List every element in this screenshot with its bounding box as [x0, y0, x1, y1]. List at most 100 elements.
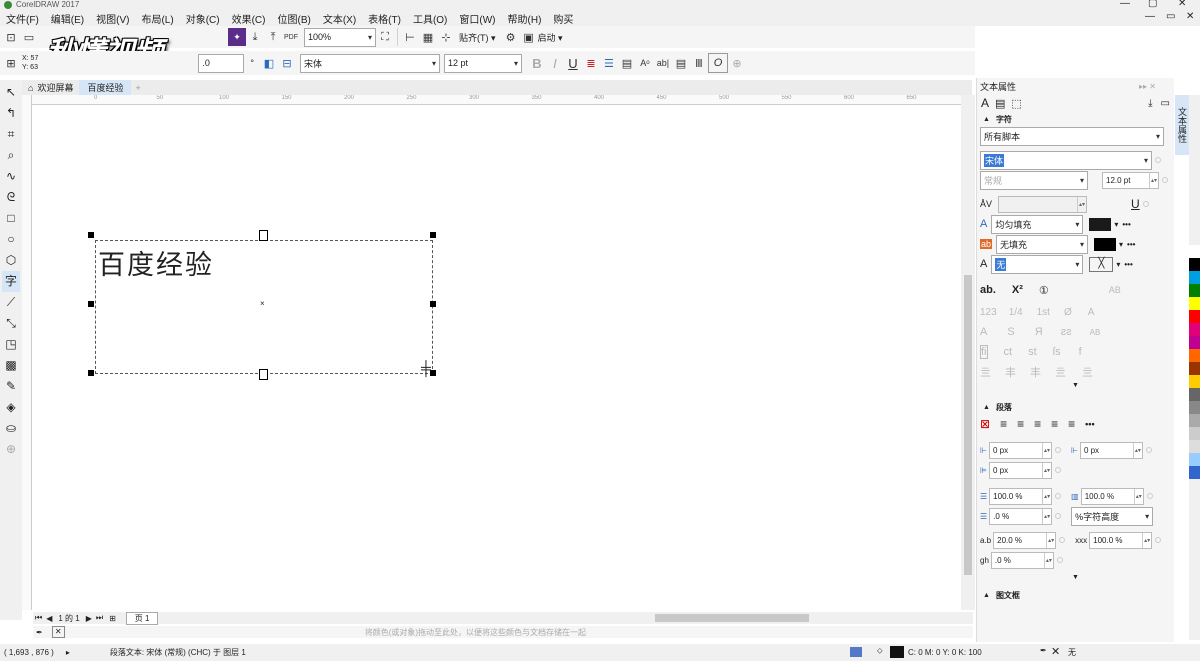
- opentype-titling-icon[interactable]: Я: [1035, 326, 1043, 338]
- char-expand-icon[interactable]: ▼: [977, 382, 1174, 394]
- rotation-angle-input[interactable]: .0: [198, 53, 245, 73]
- new-document-icon[interactable]: ⊡: [2, 28, 20, 46]
- handle-mid-left[interactable]: [88, 301, 94, 307]
- drop-shadow-icon[interactable]: ◳: [5, 334, 16, 355]
- outline-width-select[interactable]: 无 ▾: [991, 254, 1084, 274]
- drawing-canvas[interactable]: 百度经验 × ╪: [33, 106, 961, 610]
- italic-icon[interactable]: I: [546, 54, 564, 72]
- force-justify-icon[interactable]: ≡: [1068, 417, 1075, 431]
- transparency-icon[interactable]: ▩: [5, 355, 16, 376]
- opentype-historical-icon[interactable]: st: [1028, 346, 1037, 358]
- docker-import-icon[interactable]: ⤓: [1148, 98, 1152, 109]
- opentype-smallcaps-icon[interactable]: AB: [1090, 328, 1101, 337]
- palette-swatch[interactable]: [1189, 375, 1200, 388]
- opentype-ornament-icon[interactable]: A: [1088, 307, 1095, 318]
- close-button[interactable]: ✕: [1178, 0, 1186, 9]
- handle-top-left[interactable]: [88, 232, 94, 238]
- menu-item[interactable]: 购买: [553, 11, 573, 26]
- no-color-swatch[interactable]: ✕: [51, 626, 65, 638]
- char-section-toggle-icon[interactable]: ▲: [983, 116, 990, 123]
- menu-item[interactable]: 窗口(W): [459, 11, 495, 26]
- vertical-scroll-thumb[interactable]: [964, 275, 972, 575]
- character-tab-icon[interactable]: A: [981, 96, 989, 110]
- export-icon[interactable]: ⤒: [264, 28, 282, 46]
- fill-type-select[interactable]: 均匀填充 ▾: [991, 214, 1084, 234]
- menu-item[interactable]: 文本(X): [323, 11, 356, 26]
- palette-swatch[interactable]: [1189, 427, 1200, 440]
- palette-swatch[interactable]: [1189, 401, 1200, 414]
- page-tab[interactable]: 页 1: [125, 611, 159, 625]
- bullet-list-icon[interactable]: ☰: [600, 54, 618, 72]
- opentype-contextual-icon[interactable]: ƨƨ: [1061, 326, 1072, 338]
- opentype-alt4-icon[interactable]: 亖: [1055, 364, 1066, 380]
- palette-swatch[interactable]: [1189, 388, 1200, 401]
- tab-document[interactable]: 百度经验: [79, 80, 132, 95]
- no-align-icon[interactable]: ⊠: [980, 417, 990, 431]
- horizontal-scroll-thumb[interactable]: [655, 614, 809, 622]
- font-style-select[interactable]: 常规 ▾: [980, 170, 1088, 190]
- bold-icon[interactable]: B: [528, 54, 546, 72]
- import-shape-icon[interactable]: ✦: [228, 28, 246, 46]
- menu-item[interactable]: 视图(V): [96, 11, 129, 26]
- zoom-select[interactable]: 100% ▾: [304, 27, 376, 47]
- text-tool-icon[interactable]: 字: [2, 271, 20, 292]
- para-section-title[interactable]: 段落: [996, 402, 1012, 413]
- add-page-icon[interactable]: ⊞: [109, 614, 116, 623]
- opentype-alt3-icon[interactable]: 丰: [1030, 364, 1041, 380]
- open-icon[interactable]: ▭: [20, 28, 38, 46]
- palette-swatch[interactable]: [1189, 245, 1200, 258]
- handle-bottom-middle[interactable]: [259, 369, 268, 380]
- docker-collapse-icon[interactable]: ▸▸ ✕: [1139, 82, 1156, 91]
- grid-icon[interactable]: ▦: [419, 28, 437, 46]
- zoom-tool-icon[interactable]: ⌕: [8, 145, 15, 166]
- align-right-icon[interactable]: ≡: [1034, 417, 1041, 431]
- docker-font-size-input[interactable]: 12.0 pt ▴▾: [1102, 171, 1159, 189]
- underline-icon[interactable]: U: [564, 54, 582, 72]
- palette-swatch[interactable]: [1189, 310, 1200, 323]
- shape-tool-icon[interactable]: ↰: [6, 103, 16, 124]
- background-color-picker[interactable]: [1094, 237, 1117, 251]
- menu-item[interactable]: 对象(C): [186, 11, 220, 26]
- menu-item[interactable]: 位图(B): [277, 11, 310, 26]
- eyedropper-icon[interactable]: ✎: [6, 376, 16, 397]
- palette-swatch[interactable]: [1189, 453, 1200, 466]
- opentype-swash-icon[interactable]: A: [980, 326, 987, 338]
- docker-font-select[interactable]: 宋体 ▾: [980, 150, 1152, 170]
- minimize-button[interactable]: —: [1120, 0, 1130, 9]
- word-spacing-input[interactable]: 100.0 % ▴▾: [1089, 531, 1153, 549]
- after-para-input[interactable]: .0 % ▴▾: [990, 551, 1054, 569]
- drop-cap-icon[interactable]: ▤: [618, 54, 636, 72]
- first-line-indent-input[interactable]: 0 px ▴▾: [1079, 441, 1143, 459]
- vertical-scrollbar[interactable]: [961, 95, 975, 610]
- color-management-icon[interactable]: [850, 647, 862, 657]
- palette-swatch[interactable]: [1189, 271, 1200, 284]
- palette-swatch[interactable]: [1189, 440, 1200, 453]
- rulers-icon[interactable]: ⊢: [401, 28, 419, 46]
- text-align-icon[interactable]: ≣: [582, 54, 600, 72]
- font-list-select[interactable]: 宋体 ▾: [299, 53, 440, 73]
- left-indent-input[interactable]: 0 px ▴▾: [988, 441, 1052, 459]
- menu-close-icon[interactable]: ✕: [1186, 11, 1194, 22]
- frame-tab-icon[interactable]: ⬚: [1011, 97, 1021, 110]
- outline-more-icon[interactable]: •••: [1124, 260, 1132, 269]
- rectangle-tool-icon[interactable]: □: [7, 208, 14, 229]
- allcaps-icon[interactable]: AB: [1109, 285, 1121, 295]
- horizontal-scrollbar[interactable]: [503, 614, 963, 622]
- spacing-unit-select[interactable]: %字符高度 ▾: [1071, 506, 1154, 526]
- parallel-dimension-icon[interactable]: ⟋: [7, 292, 15, 313]
- polygon-tool-icon[interactable]: ⬡: [6, 250, 16, 271]
- first-page-icon[interactable]: ⏮: [35, 613, 42, 623]
- menu-minimize-icon[interactable]: —: [1145, 11, 1155, 22]
- opentype-ordinal-icon[interactable]: 1st: [1037, 307, 1050, 318]
- kerning-input[interactable]: ▴▾: [998, 195, 1088, 213]
- opentype-longs-icon[interactable]: ſs: [1053, 346, 1061, 358]
- guidelines-icon[interactable]: ⊹: [437, 28, 455, 46]
- background-more-icon[interactable]: •••: [1127, 240, 1135, 249]
- text-frame[interactable]: 百度经验 ×: [95, 240, 433, 374]
- interactive-fill-icon[interactable]: ◈: [6, 397, 15, 418]
- underline-style-icon[interactable]: U: [1131, 197, 1140, 211]
- tab-welcome[interactable]: ⌂ 欢迎屏幕: [22, 80, 79, 95]
- opentype-alt1-icon[interactable]: 亖: [980, 364, 991, 380]
- handle-bottom-left[interactable]: [88, 370, 94, 376]
- eyedropper-palette-icon[interactable]: ✒: [36, 628, 43, 637]
